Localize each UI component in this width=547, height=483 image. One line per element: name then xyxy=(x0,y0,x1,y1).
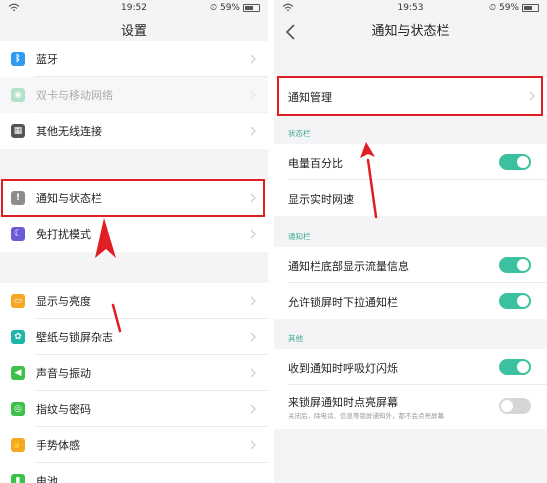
notification-settings-screen: 19:53 ⏲ 59% 通知与状态栏 通知管理 状态栏 电量百分比 显示实时网速… xyxy=(274,0,547,483)
settings-screen: 19:52 ⏲ 59% 设置 ᛒ 蓝牙 ◉ 双卡与移动网络 ▦ 其他无线连接 !… xyxy=(0,0,268,483)
red-arrow-annotation xyxy=(360,142,378,219)
red-arrow-annotation xyxy=(95,218,122,333)
